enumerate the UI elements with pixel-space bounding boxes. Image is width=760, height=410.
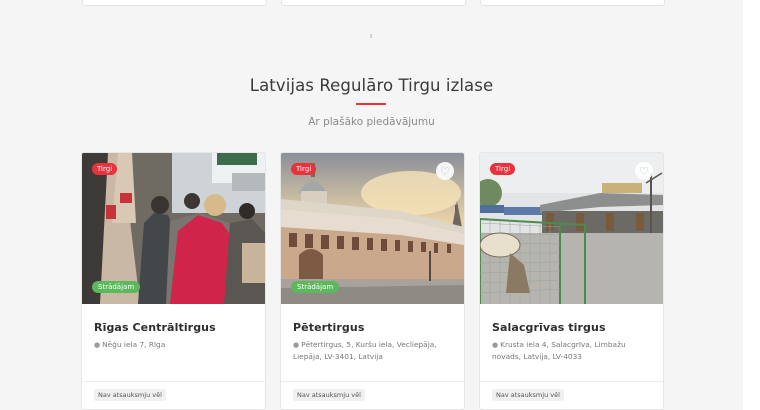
card-divider <box>480 381 663 382</box>
divider-mark <box>370 34 372 38</box>
address-text: Pētertirgus, 5, Kuršu iela, Vecliepāja, … <box>293 340 437 361</box>
reviews-chip: Nav atsauksmju vēl <box>492 389 564 401</box>
previous-listing-card[interactable] <box>480 0 665 6</box>
card-divider <box>281 381 464 382</box>
category-badge[interactable]: Tirgi <box>490 163 516 175</box>
favorite-heart-icon[interactable]: ♡ <box>436 162 454 180</box>
status-badge: Strādājam <box>291 281 340 293</box>
category-badge[interactable]: Tirgi <box>92 163 118 175</box>
listing-image[interactable]: Tirgi ♡ Strādājam <box>281 153 464 304</box>
listing-card[interactable]: Tirgi Strādājam Rīgas Centrāltirgus ● Nēģ… <box>81 152 266 410</box>
card-divider <box>82 381 265 382</box>
card-body: Rīgas Centrāltirgus ● Nēģu iela 7, Rīga <box>94 321 255 351</box>
card-address: ● Pētertirgus, 5, Kuršu iela, Vecliepāja,… <box>293 339 454 362</box>
section-title: Latvijas Regulāro Tirgu izlase <box>249 76 494 95</box>
card-address: ● Nēģu iela 7, Rīga <box>94 339 255 351</box>
card-body: Salacgrīvas tirgus ● Krusta iela 4, Salac… <box>492 321 653 362</box>
card-title[interactable]: Salacgrīvas tirgus <box>492 321 653 334</box>
page-content: Latvijas Regulāro Tirgu izlase Ar plašāk… <box>0 0 743 410</box>
listing-image[interactable]: Tirgi ♡ <box>480 153 663 304</box>
map-pin-icon: ● <box>492 341 499 349</box>
reviews-chip: Nav atsauksmju vēl <box>293 389 365 401</box>
listing-image[interactable]: Tirgi Strādājam <box>82 153 265 304</box>
listing-card[interactable]: Tirgi ♡ Strādājam Pētertirgus ● Pētertirg… <box>280 152 465 410</box>
map-pin-icon: ● <box>94 341 101 349</box>
card-title[interactable]: Pētertirgus <box>293 321 454 334</box>
status-badge: Strādājam <box>92 281 141 293</box>
previous-listing-card[interactable] <box>82 0 267 6</box>
address-text: Krusta iela 4, Salacgrīva, Limbažu novad… <box>492 340 626 361</box>
favorite-heart-icon[interactable]: ♡ <box>635 162 653 180</box>
listing-card[interactable]: Tirgi ♡ Salacgrīvas tirgus ● Krusta iela … <box>479 152 664 410</box>
right-margin <box>743 0 760 410</box>
card-body: Pētertirgus ● Pētertirgus, 5, Kuršu iela,… <box>293 321 454 362</box>
section-subtitle: Ar plašāko piedāvājumu <box>308 116 435 128</box>
card-title[interactable]: Rīgas Centrāltirgus <box>94 321 255 334</box>
address-text: Nēģu iela 7, Rīga <box>102 340 166 349</box>
category-badge[interactable]: Tirgi <box>291 163 317 175</box>
card-address: ● Krusta iela 4, Salacgrīva, Limbažu nova… <box>492 339 653 362</box>
map-pin-icon: ● <box>293 341 300 349</box>
title-underline <box>356 103 386 105</box>
reviews-chip: Nav atsauksmju vēl <box>94 389 166 401</box>
previous-listing-card[interactable] <box>281 0 466 6</box>
